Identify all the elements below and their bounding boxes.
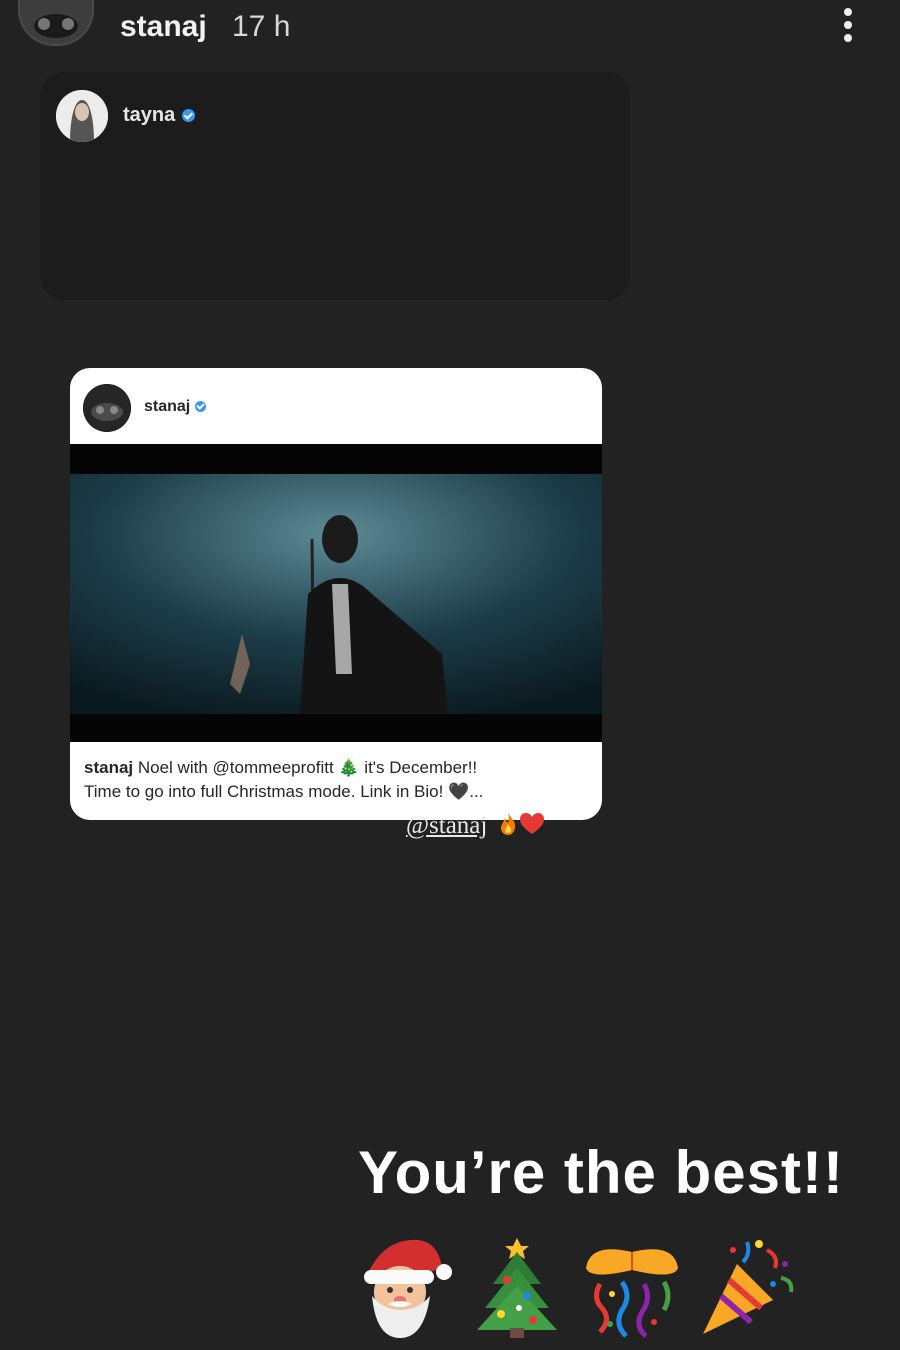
- santa-emoji: [352, 1234, 452, 1340]
- shared-story-username-text: tayna: [123, 104, 176, 126]
- verified-badge-icon: [182, 109, 196, 123]
- caption-username[interactable]: stanaj: [84, 758, 133, 777]
- heart-icon: [519, 812, 545, 836]
- shared-story-username[interactable]: tayna: [123, 104, 196, 127]
- post-username[interactable]: stanaj: [144, 398, 207, 416]
- shared-story-card[interactable]: tayna: [40, 72, 630, 300]
- mention-link[interactable]: @stanaj: [406, 812, 487, 839]
- story-timestamp: 17 h: [232, 10, 291, 43]
- party-popper-emoji: [697, 1234, 797, 1340]
- shared-story-avatar: [56, 90, 108, 142]
- verified-badge-icon: [195, 401, 207, 413]
- post-username-text: stanaj: [144, 398, 191, 415]
- post-header: stanaj: [70, 368, 602, 444]
- story-text-message: You’re the best!!: [358, 1139, 844, 1206]
- fire-icon: [499, 812, 517, 836]
- post-caption: stanaj Noel with @tommeeprofitt 🎄 it's D…: [84, 756, 594, 804]
- caption-line-1: Noel with @tommeeprofitt 🎄 it's December…: [137, 758, 478, 777]
- post-video-thumbnail[interactable]: [70, 444, 602, 742]
- caption-line-2: Time to go into full Christmas mode. Lin…: [84, 782, 484, 801]
- confetti-ball-emoji: [582, 1234, 682, 1340]
- christmas-tree-emoji: [467, 1234, 567, 1340]
- story-avatar[interactable]: [18, 0, 94, 46]
- story-header: stanaj 17 h: [0, 0, 900, 60]
- mention-sticker[interactable]: @stanaj: [406, 812, 545, 848]
- story-username[interactable]: stanaj: [120, 10, 207, 44]
- shared-post-card[interactable]: stanaj stanaj Noel with @tommeeprofitt 🎄…: [70, 368, 602, 820]
- post-avatar: [83, 384, 131, 432]
- more-vertical-icon[interactable]: [836, 8, 860, 48]
